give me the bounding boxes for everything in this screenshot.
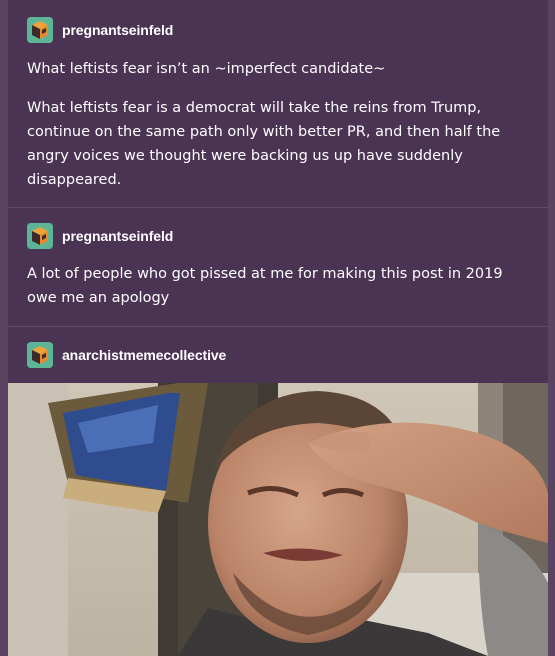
post-text: A lot of people who got pissed at me for… [27, 266, 503, 306]
crying-saluting-man-photo[interactable] [8, 383, 548, 656]
post-1: pregnantseinfeld What leftists fear isn’… [8, 0, 548, 208]
cube-avatar-icon[interactable] [27, 223, 53, 249]
username[interactable]: pregnantseinfeld [62, 228, 173, 244]
right-margin [548, 0, 555, 656]
cube-avatar-icon[interactable] [27, 342, 53, 368]
username[interactable]: anarchistmemecollective [62, 347, 226, 363]
post-text: What leftists fear isn’t an ~imperfect c… [27, 61, 386, 77]
username[interactable]: pregnantseinfeld [62, 22, 173, 38]
post-header[interactable]: pregnantseinfeld [27, 17, 173, 43]
post-header[interactable]: anarchistmemecollective [27, 342, 226, 368]
post-text: What leftists fear is a democrat will ta… [27, 100, 501, 188]
left-margin [0, 0, 8, 656]
post-2: pregnantseinfeld A lot of people who got… [8, 208, 548, 327]
post-header[interactable]: pregnantseinfeld [27, 223, 173, 249]
cube-avatar-icon[interactable] [27, 17, 53, 43]
reblog-thread: pregnantseinfeld What leftists fear isn’… [8, 0, 548, 656]
post-3: anarchistmemecollective [8, 327, 548, 382]
